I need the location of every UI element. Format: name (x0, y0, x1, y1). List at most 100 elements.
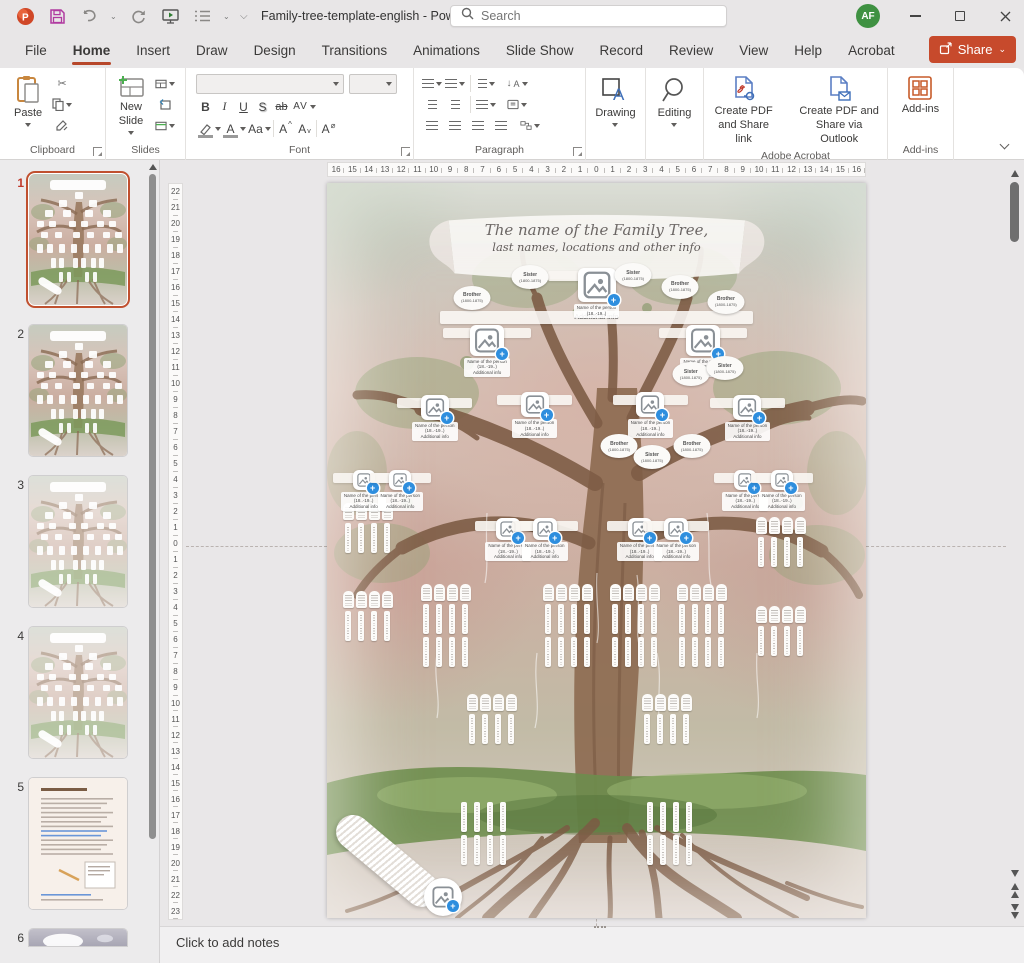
font-name-combo[interactable] (196, 74, 344, 94)
descendant-tag-cluster[interactable] (756, 606, 826, 724)
shrink-font-button[interactable]: A (295, 119, 314, 138)
search-input[interactable] (481, 9, 701, 23)
descendant-tag-cluster[interactable] (645, 782, 715, 900)
notes-pane[interactable]: Click to add notes (160, 926, 1024, 963)
person-card[interactable]: +Name of the person(18..-19..)Additional… (633, 392, 667, 438)
descendant-tag-cluster[interactable] (459, 782, 529, 900)
list-dropdown-icon[interactable]: ⌄ (223, 13, 230, 20)
person-card[interactable]: +Name of the person(18..-19..)Additional… (518, 392, 552, 438)
drawing-button[interactable]: A Drawing (589, 73, 641, 129)
sibling-oval-sister[interactable]: Sister(1800-1875) (615, 263, 652, 287)
justify-button[interactable] (491, 117, 511, 134)
bold-button[interactable]: B (196, 97, 215, 116)
person-card[interactable]: +Name of the person(18..-19..)Additional… (661, 518, 691, 561)
bottom-photo-placeholder[interactable]: + (424, 878, 462, 916)
align-left-button[interactable] (422, 117, 442, 134)
clipboard-dialog-launcher[interactable] (93, 147, 102, 156)
line-spacing-button[interactable] (476, 75, 496, 92)
tab-home[interactable]: Home (60, 32, 124, 68)
highlight-color-button[interactable] (196, 119, 215, 138)
copy-button[interactable] (52, 96, 72, 113)
grow-font-button[interactable]: A (276, 119, 295, 138)
slide-thumbnail-2[interactable] (29, 325, 127, 456)
tab-draw[interactable]: Draw (183, 32, 241, 68)
increase-indent-button[interactable] (445, 96, 465, 113)
search-box[interactable] (450, 5, 727, 27)
change-case-dropdown-icon[interactable] (265, 127, 271, 131)
customize-list-icon[interactable] (191, 5, 213, 27)
text-shadow-button[interactable]: S (253, 97, 272, 116)
create-pdf-share-outlook-button[interactable]: Create PDF andShare via Outlook (791, 73, 887, 148)
slide-thumbnail-1[interactable] (29, 174, 127, 305)
strikethrough-button[interactable]: ab (272, 97, 291, 116)
text-direction-button[interactable]: ↓A (507, 75, 527, 92)
underline-button[interactable]: U (234, 97, 253, 116)
columns-button[interactable] (476, 96, 496, 113)
font-color-button[interactable]: A (221, 119, 240, 138)
slide-layout-button[interactable] (155, 75, 175, 92)
descendant-tag-cluster[interactable] (421, 584, 491, 702)
slide-thumbnail-6[interactable] (29, 929, 127, 946)
descendant-tag-cluster[interactable] (343, 591, 413, 709)
slide-thumbnail-4[interactable] (29, 627, 127, 758)
clear-formatting-button[interactable]: A (319, 119, 338, 138)
tab-animations[interactable]: Animations (400, 32, 493, 68)
notes-placeholder[interactable]: Click to add notes (176, 935, 279, 950)
section-button[interactable] (155, 117, 175, 134)
save-icon[interactable] (46, 5, 68, 27)
sibling-oval-brother[interactable]: Brother(1800-1875) (662, 275, 699, 299)
reset-slide-button[interactable] (155, 96, 175, 113)
character-spacing-button[interactable]: AV (291, 97, 310, 116)
scrollbar-thumb[interactable] (1010, 182, 1019, 242)
collapse-ribbon-icon[interactable] (996, 139, 1012, 153)
scroll-up-icon[interactable] (1011, 170, 1019, 177)
decrease-indent-button[interactable] (422, 96, 442, 113)
start-slideshow-icon[interactable] (159, 5, 181, 27)
person-card[interactable]: +Name of the person(18..-19..)Additional… (530, 518, 560, 561)
person-card[interactable]: +Name of the person(18..-19..)Additional… (386, 470, 414, 511)
tab-transitions[interactable]: Transitions (309, 32, 401, 68)
align-text-button[interactable] (507, 96, 527, 113)
font-dialog-launcher[interactable] (401, 147, 410, 156)
addins-button[interactable]: Add-ins (896, 73, 945, 119)
font-size-combo[interactable] (349, 74, 397, 94)
share-button[interactable]: Share ⌄ (929, 36, 1016, 63)
close-button[interactable] (984, 0, 1024, 32)
slide-canvas[interactable]: The name of the Family Tree, last names,… (327, 183, 866, 918)
editing-button[interactable]: Editing (652, 73, 698, 129)
maximize-button[interactable] (939, 0, 981, 32)
panel-scrollbar[interactable] (148, 164, 157, 959)
cut-button[interactable]: ✂ (52, 75, 72, 92)
sibling-oval-brother[interactable]: Brother(1800-1875) (673, 434, 710, 458)
person-card[interactable]: +Name of the person(18..-19..)Additional… (418, 395, 452, 441)
convert-smartart-button[interactable] (520, 117, 540, 134)
scroll-down-icon[interactable] (1011, 870, 1019, 877)
sibling-oval-sister[interactable]: Sister(1800-1875) (672, 362, 709, 386)
slide-thumbnail-5[interactable] (29, 778, 127, 909)
descendant-tag-cluster[interactable] (610, 584, 680, 702)
tab-record[interactable]: Record (586, 32, 656, 68)
tab-design[interactable]: Design (241, 32, 309, 68)
next-slide-button[interactable] (1007, 904, 1022, 919)
person-card[interactable]: +Name of the person(18..-19..)Additional… (467, 325, 507, 377)
char-spacing-dropdown-icon[interactable] (310, 105, 316, 109)
sibling-oval-brother[interactable]: Brother(1800-1875) (601, 434, 638, 458)
format-painter-button[interactable] (52, 117, 72, 134)
align-center-button[interactable] (445, 117, 465, 134)
descendant-tag-cluster[interactable] (677, 584, 747, 702)
italic-button[interactable]: I (215, 97, 234, 116)
sibling-oval-brother[interactable]: Brother(1800-1875) (453, 286, 490, 310)
tab-insert[interactable]: Insert (123, 32, 183, 68)
editor-scrollbar[interactable] (1007, 162, 1022, 924)
sibling-oval-sister[interactable]: Sister(1800-1875) (512, 265, 549, 289)
person-card[interactable]: +Name of the person(18..-19..)Additional… (730, 395, 764, 441)
previous-slide-button[interactable] (1007, 883, 1022, 898)
slide-thumbnail-3[interactable] (29, 476, 127, 607)
tab-file[interactable]: File (12, 32, 60, 68)
undo-dropdown-icon[interactable]: ⌄ (110, 13, 117, 20)
tab-acrobat[interactable]: Acrobat (835, 32, 908, 68)
bullets-button[interactable] (422, 75, 442, 92)
redo-icon[interactable] (127, 5, 149, 27)
sibling-oval-sister[interactable]: Sister(1800-1875) (634, 445, 671, 469)
panel-scroll-up-icon[interactable] (149, 164, 157, 170)
